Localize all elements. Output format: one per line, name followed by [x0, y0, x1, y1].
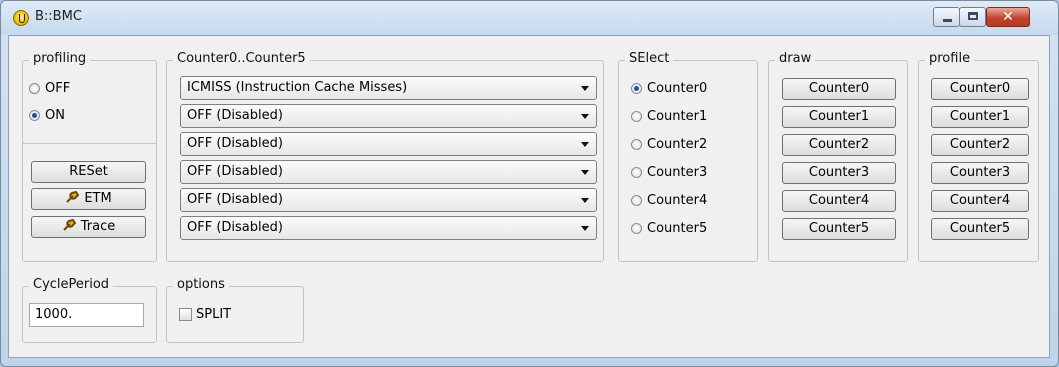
maximize-button[interactable] — [959, 7, 986, 27]
radio-label: Counter4 — [647, 193, 708, 208]
counter0-select-value: ICMISS (Instruction Cache Misses) — [187, 80, 408, 95]
button-label: Counter0 — [949, 81, 1011, 96]
radio-icon — [631, 111, 642, 122]
app-icon — [13, 10, 29, 26]
draw-counter2-button[interactable]: Counter2 — [782, 134, 896, 156]
profiling-group: profiling OFF ON RESet ETM Trace — [22, 51, 157, 262]
radio-icon — [631, 223, 642, 234]
split-checkbox[interactable]: SPLIT — [179, 306, 249, 324]
button-label: Counter4 — [949, 193, 1011, 208]
counter1-select-value: OFF (Disabled) — [187, 108, 283, 123]
dropdown-arrow-icon — [581, 170, 589, 175]
select-legend: SElect — [625, 51, 674, 66]
radio-label: Counter5 — [647, 221, 708, 236]
button-label: Counter5 — [949, 221, 1011, 236]
radio-label: Counter0 — [647, 81, 708, 96]
options-legend: options — [173, 277, 229, 292]
radio-label: Counter3 — [647, 165, 708, 180]
etm-button-label: ETM — [84, 191, 112, 206]
radio-label: Counter1 — [647, 109, 708, 124]
radio-icon — [631, 167, 642, 178]
window-title: B::BMC — [35, 9, 82, 24]
profiling-divider — [23, 143, 156, 144]
button-label: Counter2 — [808, 137, 870, 152]
button-label: Counter2 — [949, 137, 1011, 152]
button-label: Counter1 — [949, 109, 1011, 124]
title-bar[interactable]: B::BMC ✕ — [1, 1, 1058, 35]
close-button[interactable]: ✕ — [986, 7, 1030, 27]
radio-label: Counter2 — [647, 137, 708, 152]
dropdown-arrow-icon — [581, 226, 589, 231]
profiling-legend: profiling — [29, 51, 91, 66]
counters-group: Counter0..Counter5 ICMISS (Instruction C… — [166, 51, 604, 262]
radio-selected-icon — [29, 110, 40, 121]
profile-counter1-button[interactable]: Counter1 — [931, 106, 1029, 128]
counter3-select[interactable]: OFF (Disabled) — [180, 160, 597, 184]
etm-button[interactable]: ETM — [31, 188, 146, 210]
profile-counter4-button[interactable]: Counter4 — [931, 190, 1029, 212]
reset-button-label: RESet — [69, 164, 108, 179]
profile-legend: profile — [925, 51, 975, 66]
trace-button[interactable]: Trace — [31, 216, 146, 238]
draw-counter1-button[interactable]: Counter1 — [782, 106, 896, 128]
counters-legend: Counter0..Counter5 — [173, 51, 310, 66]
counter5-select-value: OFF (Disabled) — [187, 220, 283, 235]
cycle-period-legend: CyclePeriod — [29, 277, 114, 292]
dropdown-arrow-icon — [581, 86, 589, 91]
counter0-select[interactable]: ICMISS (Instruction Cache Misses) — [180, 76, 597, 100]
counter5-select[interactable]: OFF (Disabled) — [180, 216, 597, 240]
reset-button[interactable]: RESet — [31, 161, 146, 183]
radio-label: OFF — [45, 81, 71, 96]
counter4-select-value: OFF (Disabled) — [187, 192, 283, 207]
minimize-button[interactable] — [933, 7, 960, 27]
profile-counter5-button[interactable]: Counter5 — [931, 218, 1029, 240]
draw-counter5-button[interactable]: Counter5 — [782, 218, 896, 240]
cycle-period-value: 1000. — [35, 307, 73, 322]
dropdown-arrow-icon — [581, 142, 589, 147]
radio-icon — [631, 139, 642, 150]
counter1-select[interactable]: OFF (Disabled) — [180, 104, 597, 128]
client-area: profiling OFF ON RESet ETM Trace Counter… — [8, 35, 1050, 358]
counter4-select[interactable]: OFF (Disabled) — [180, 188, 597, 212]
button-label: Counter3 — [949, 165, 1011, 180]
select-group: SElect Counter0 Counter1 Counter2 Counte… — [618, 51, 758, 262]
profile-counter2-button[interactable]: Counter2 — [931, 134, 1029, 156]
dropdown-arrow-icon — [581, 114, 589, 119]
radio-icon — [29, 83, 40, 94]
bmc-window: B::BMC ✕ profiling OFF ON RESet ETM Trac… — [0, 0, 1059, 367]
cycle-period-input[interactable]: 1000. — [29, 303, 144, 327]
draw-counter3-button[interactable]: Counter3 — [782, 162, 896, 184]
close-icon: ✕ — [1002, 9, 1014, 25]
options-group: options SPLIT — [166, 277, 304, 343]
dropdown-arrow-icon — [581, 198, 589, 203]
radio-label: ON — [45, 108, 65, 123]
counter2-select[interactable]: OFF (Disabled) — [180, 132, 597, 156]
draw-counter4-button[interactable]: Counter4 — [782, 190, 896, 212]
button-label: Counter5 — [808, 221, 870, 236]
button-label: Counter3 — [808, 165, 870, 180]
button-label: Counter1 — [808, 109, 870, 124]
button-label: Counter0 — [808, 81, 870, 96]
counter3-select-value: OFF (Disabled) — [187, 164, 283, 179]
trace-button-label: Trace — [80, 219, 116, 234]
split-label: SPLIT — [196, 307, 232, 322]
draw-counter0-button[interactable]: Counter0 — [782, 78, 896, 100]
radio-selected-icon — [631, 83, 642, 94]
minimize-icon — [943, 19, 952, 22]
draw-legend: draw — [775, 51, 816, 66]
draw-group: draw Counter0 Counter1 Counter2 Counter3… — [768, 51, 908, 262]
wrench-icon — [66, 190, 80, 203]
wrench-icon — [63, 218, 77, 231]
button-label: Counter4 — [808, 193, 870, 208]
profile-group: profile Counter0 Counter1 Counter2 Count… — [918, 51, 1039, 262]
checkbox-icon — [179, 308, 192, 321]
cycle-period-group: CyclePeriod 1000. — [22, 277, 157, 343]
profile-counter3-button[interactable]: Counter3 — [931, 162, 1029, 184]
maximize-icon — [968, 12, 978, 20]
profile-counter0-button[interactable]: Counter0 — [931, 78, 1029, 100]
counter2-select-value: OFF (Disabled) — [187, 136, 283, 151]
radio-icon — [631, 195, 642, 206]
